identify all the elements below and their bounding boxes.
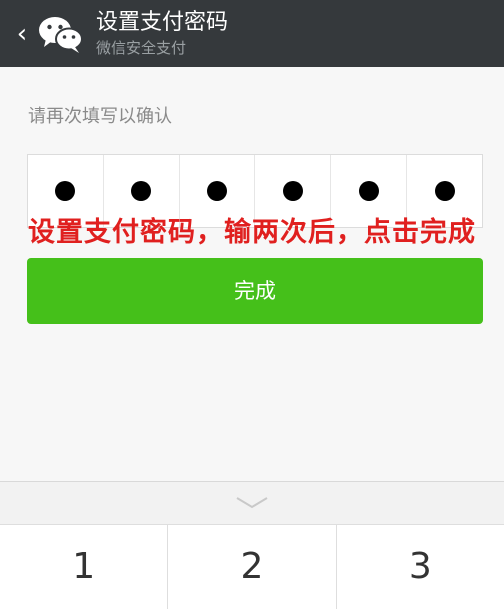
hide-keyboard-button[interactable]: [0, 482, 504, 524]
wechat-logo-icon: [39, 17, 83, 53]
pin-dot: [434, 181, 455, 201]
top-bar: ‹ 设置支付密码 微信安全支付: [0, 0, 504, 67]
key-3[interactable]: 3: [337, 525, 504, 609]
pin-dot: [207, 181, 228, 201]
pin-dot: [282, 181, 303, 201]
confirm-prompt: 请再次填写以确认: [28, 106, 172, 127]
page-subtitle: 微信安全支付: [96, 39, 187, 57]
chevron-down-icon: [236, 497, 268, 509]
keypad-row: 1 2 3: [0, 524, 504, 609]
back-button[interactable]: ‹: [12, 20, 32, 48]
key-2[interactable]: 2: [168, 525, 337, 609]
pin-dot: [131, 181, 152, 201]
numeric-keypad: 1 2 3: [0, 481, 504, 609]
key-1[interactable]: 1: [0, 525, 169, 609]
pin-dot: [358, 181, 379, 201]
done-button[interactable]: 完成: [27, 258, 483, 324]
page-title: 设置支付密码: [96, 10, 229, 35]
pin-dot: [55, 181, 76, 201]
instruction-annotation: 设置支付密码，输两次后，点击完成: [28, 217, 476, 248]
